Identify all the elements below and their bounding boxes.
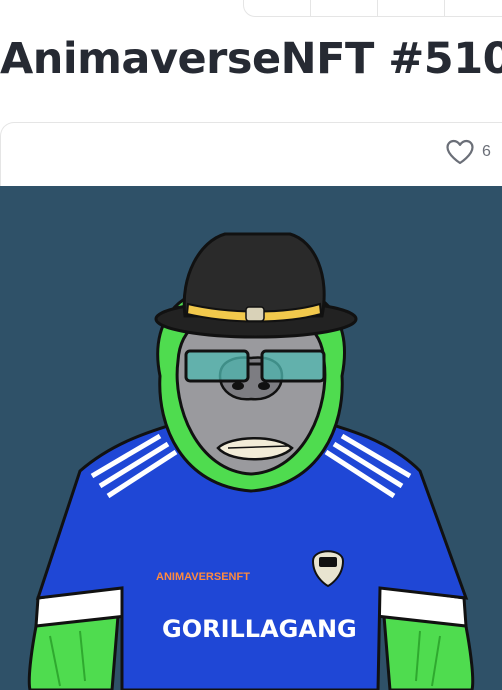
nft-detail-page: AnimaverseNFT #510 6 ANIMAVERSENFT GORIL…	[0, 0, 502, 690]
toolbar-button-2[interactable]	[311, 0, 378, 16]
jersey-main-text: GORILLAGANG	[162, 615, 357, 643]
toolbar-button-3[interactable]	[378, 0, 445, 16]
top-toolbar	[243, 0, 502, 17]
toolbar-button-1[interactable]	[244, 0, 311, 16]
page-title: AnimaverseNFT #510	[0, 34, 502, 84]
gorilla-artwork: ANIMAVERSENFT GORILLAGANG	[0, 186, 502, 690]
nft-image[interactable]: ANIMAVERSENFT GORILLAGANG	[0, 186, 502, 690]
item-action-bar: 6	[0, 122, 502, 188]
jersey-brand-text: ANIMAVERSENFT	[156, 571, 250, 583]
heart-outline-icon	[446, 139, 474, 165]
favorites-count: 6	[482, 143, 491, 160]
favorite-button[interactable]: 6	[445, 139, 491, 165]
toolbar-button-4[interactable]	[445, 0, 502, 16]
